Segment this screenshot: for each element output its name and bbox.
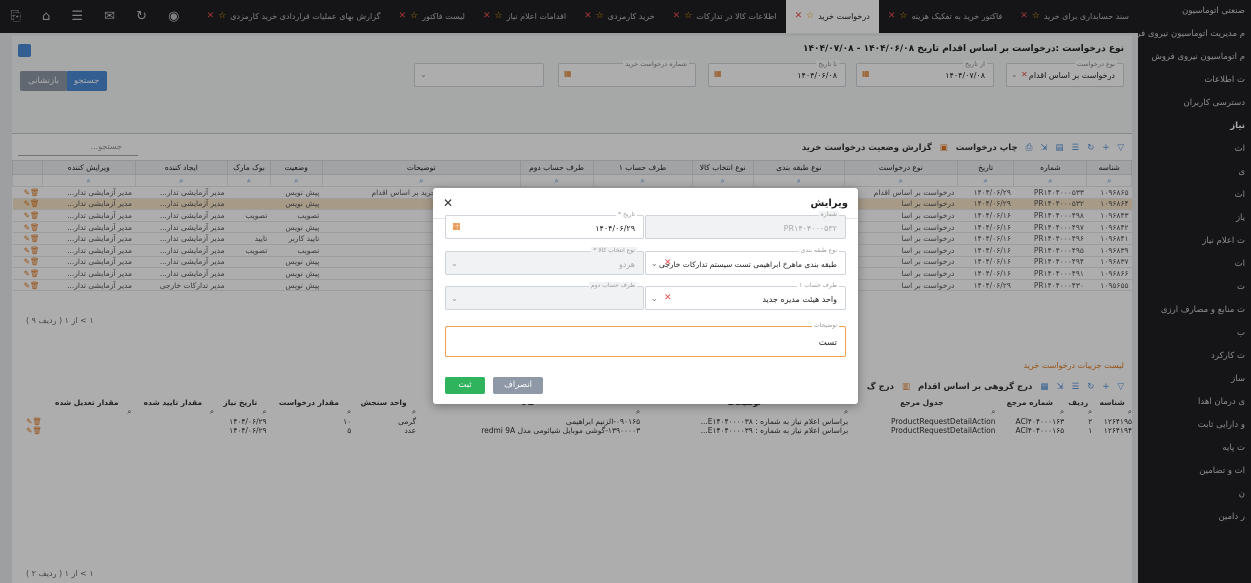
- number-field: شماره PR۱۴۰۴۰۰۰۵۳۲: [645, 211, 846, 239]
- calendar-icon[interactable]: ▦: [452, 222, 461, 232]
- cancel-button[interactable]: انصراف: [493, 377, 543, 394]
- account1-select[interactable]: طرف حساب ۱ واحد هیئت مدیره جدید ✕ ⌄: [645, 282, 846, 310]
- account2-select: طرف حساب دوم ⌄: [445, 282, 644, 310]
- save-button[interactable]: ثبت: [445, 377, 485, 394]
- classification-select[interactable]: نوع طبقه بندی طبقه بندی ماهرخ ابراهیمی ت…: [645, 247, 846, 275]
- dialog-title: ویرایش: [810, 198, 848, 209]
- description-textarea[interactable]: توضیحات تست: [445, 322, 846, 357]
- clear-icon[interactable]: ✕: [664, 258, 672, 268]
- chevron-down-icon: ⌄: [451, 294, 458, 303]
- chevron-down-icon[interactable]: ⌄: [651, 294, 658, 303]
- close-icon[interactable]: ✕: [443, 196, 453, 210]
- date-field[interactable]: تاریخ * ۱۴۰۴/۰۶/۲۹ ▦: [445, 211, 644, 239]
- clear-icon[interactable]: ✕: [664, 293, 672, 303]
- edit-dialog: ویرایش ✕ شماره PR۱۴۰۴۰۰۰۵۳۲ تاریخ * ۱۴۰۴…: [433, 188, 858, 404]
- chevron-down-icon: ⌄: [451, 259, 458, 268]
- chevron-down-icon[interactable]: ⌄: [651, 259, 658, 268]
- goods-selection-select: نوع انتخاب کالا * هردو ⌄: [445, 247, 644, 275]
